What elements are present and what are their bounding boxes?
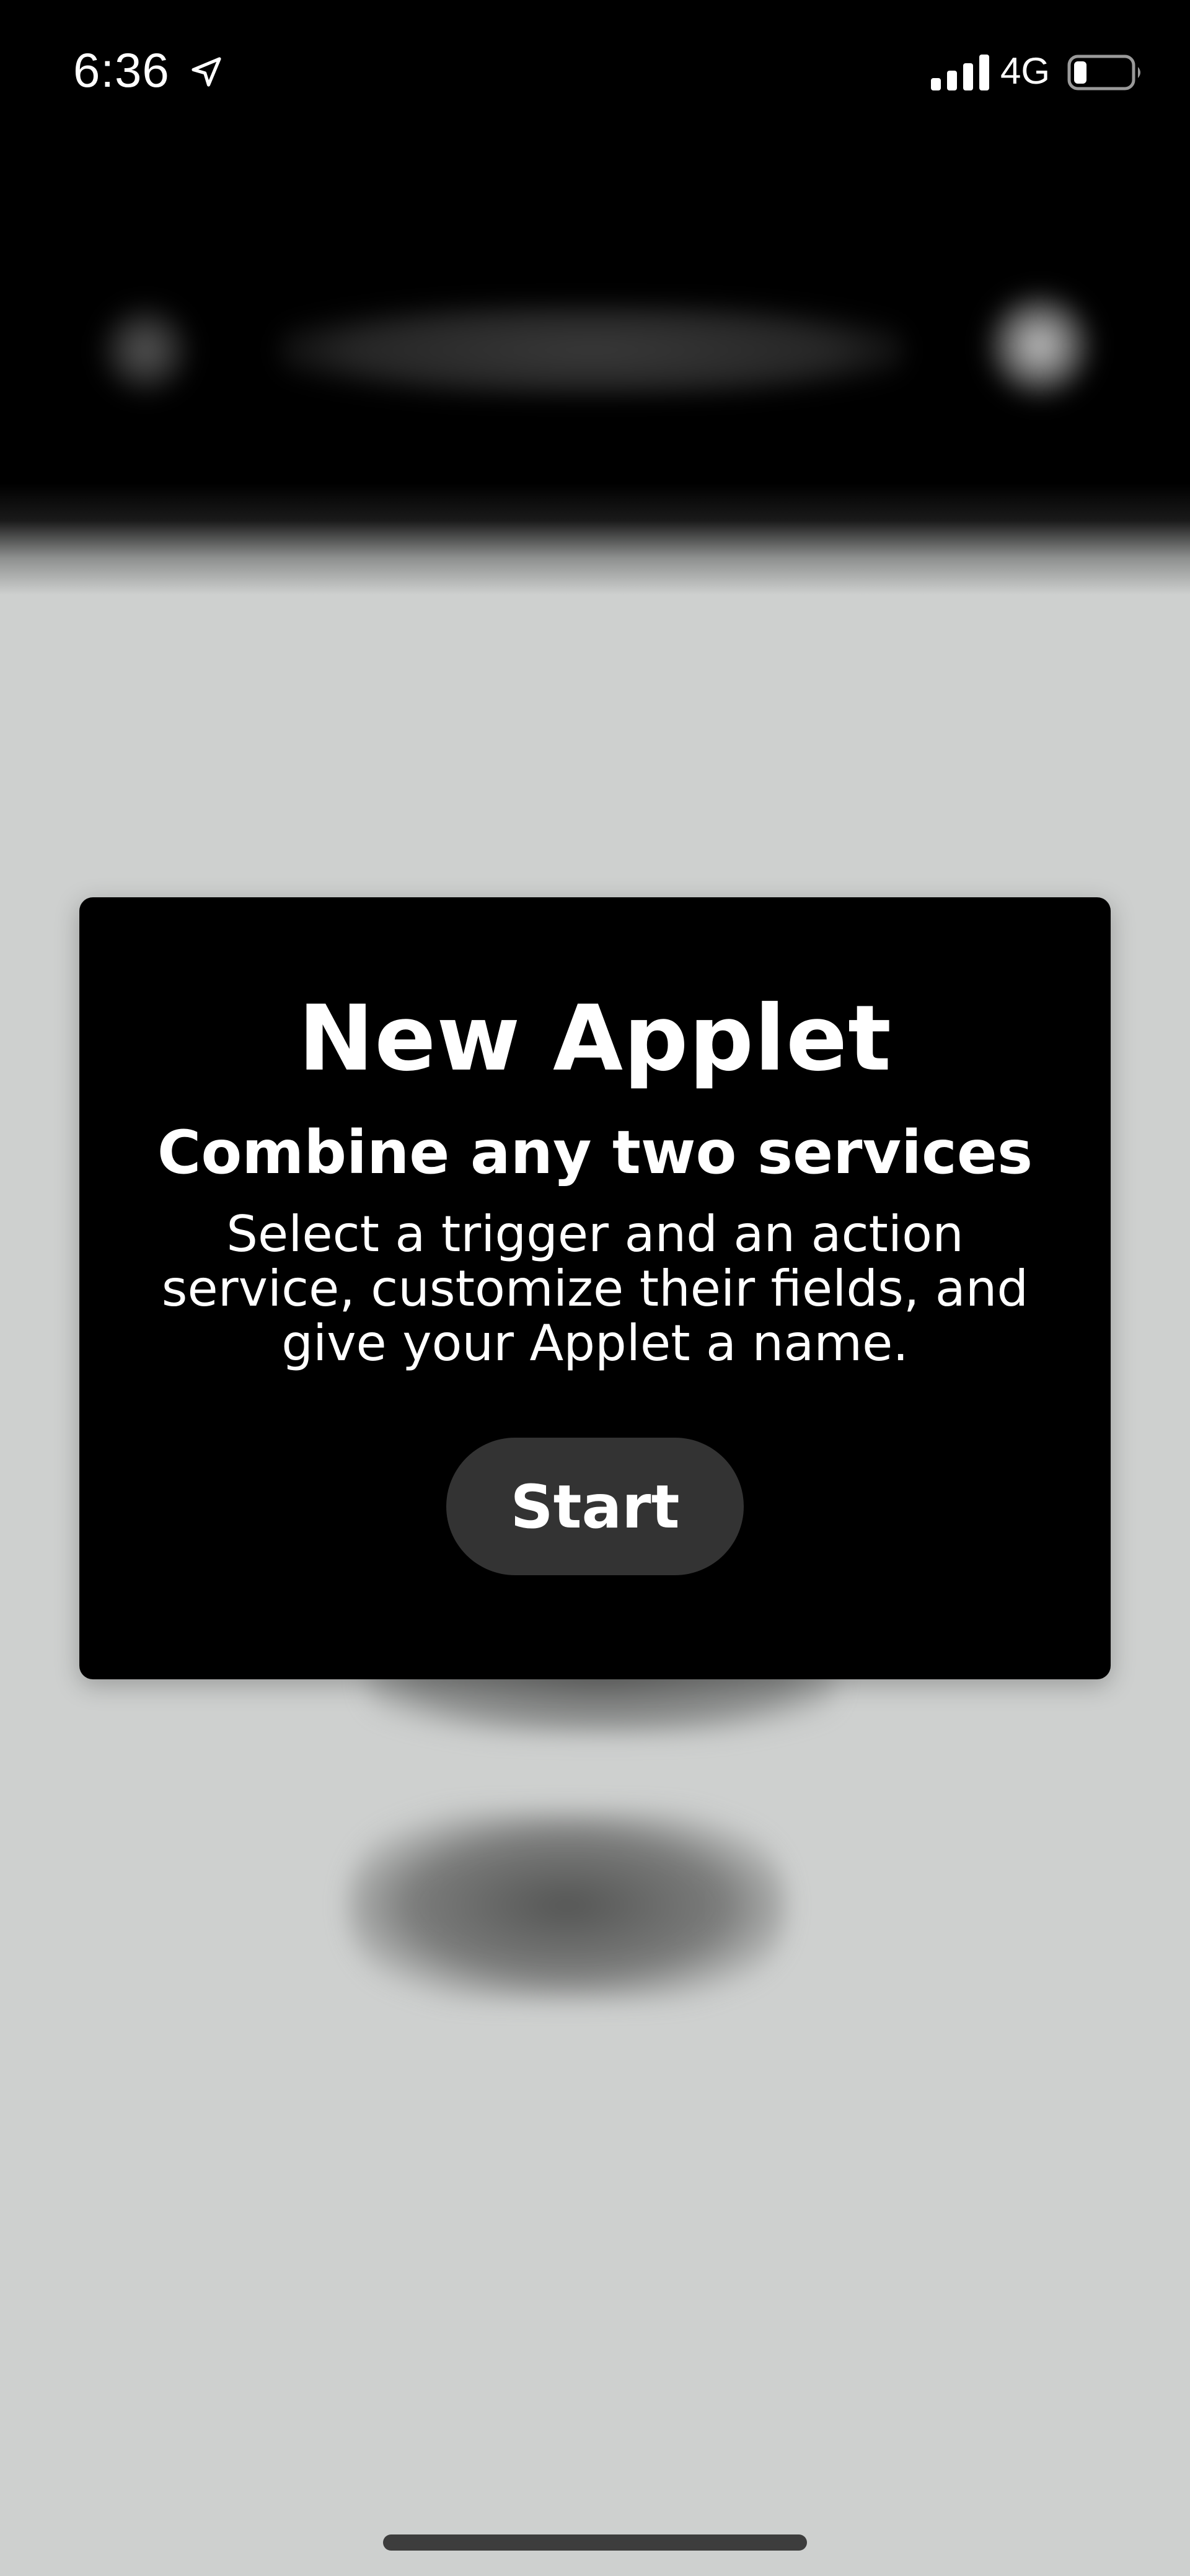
blurred-header-title <box>279 304 905 397</box>
new-applet-modal: New Applet Combine any two services Sele… <box>79 897 1111 1679</box>
blurred-back-icon <box>99 304 192 397</box>
modal-description: Select a trigger and an action service, … <box>161 1205 1029 1372</box>
status-time: 6:36 <box>73 43 170 97</box>
start-button[interactable]: Start <box>446 1438 744 1575</box>
status-bar: 6:36 4G <box>0 0 1190 143</box>
battery-icon <box>1067 55 1140 90</box>
blurred-help-icon <box>985 291 1094 400</box>
blurred-background-graphic <box>347 1809 787 2002</box>
modal-subtitle: Combine any two services <box>157 1118 1033 1187</box>
home-indicator[interactable] <box>383 2534 807 2551</box>
network-type: 4G <box>1000 50 1051 92</box>
location-arrow-icon <box>192 57 221 87</box>
modal-title: New Applet <box>298 986 892 1091</box>
signal-bars-icon <box>931 55 989 90</box>
